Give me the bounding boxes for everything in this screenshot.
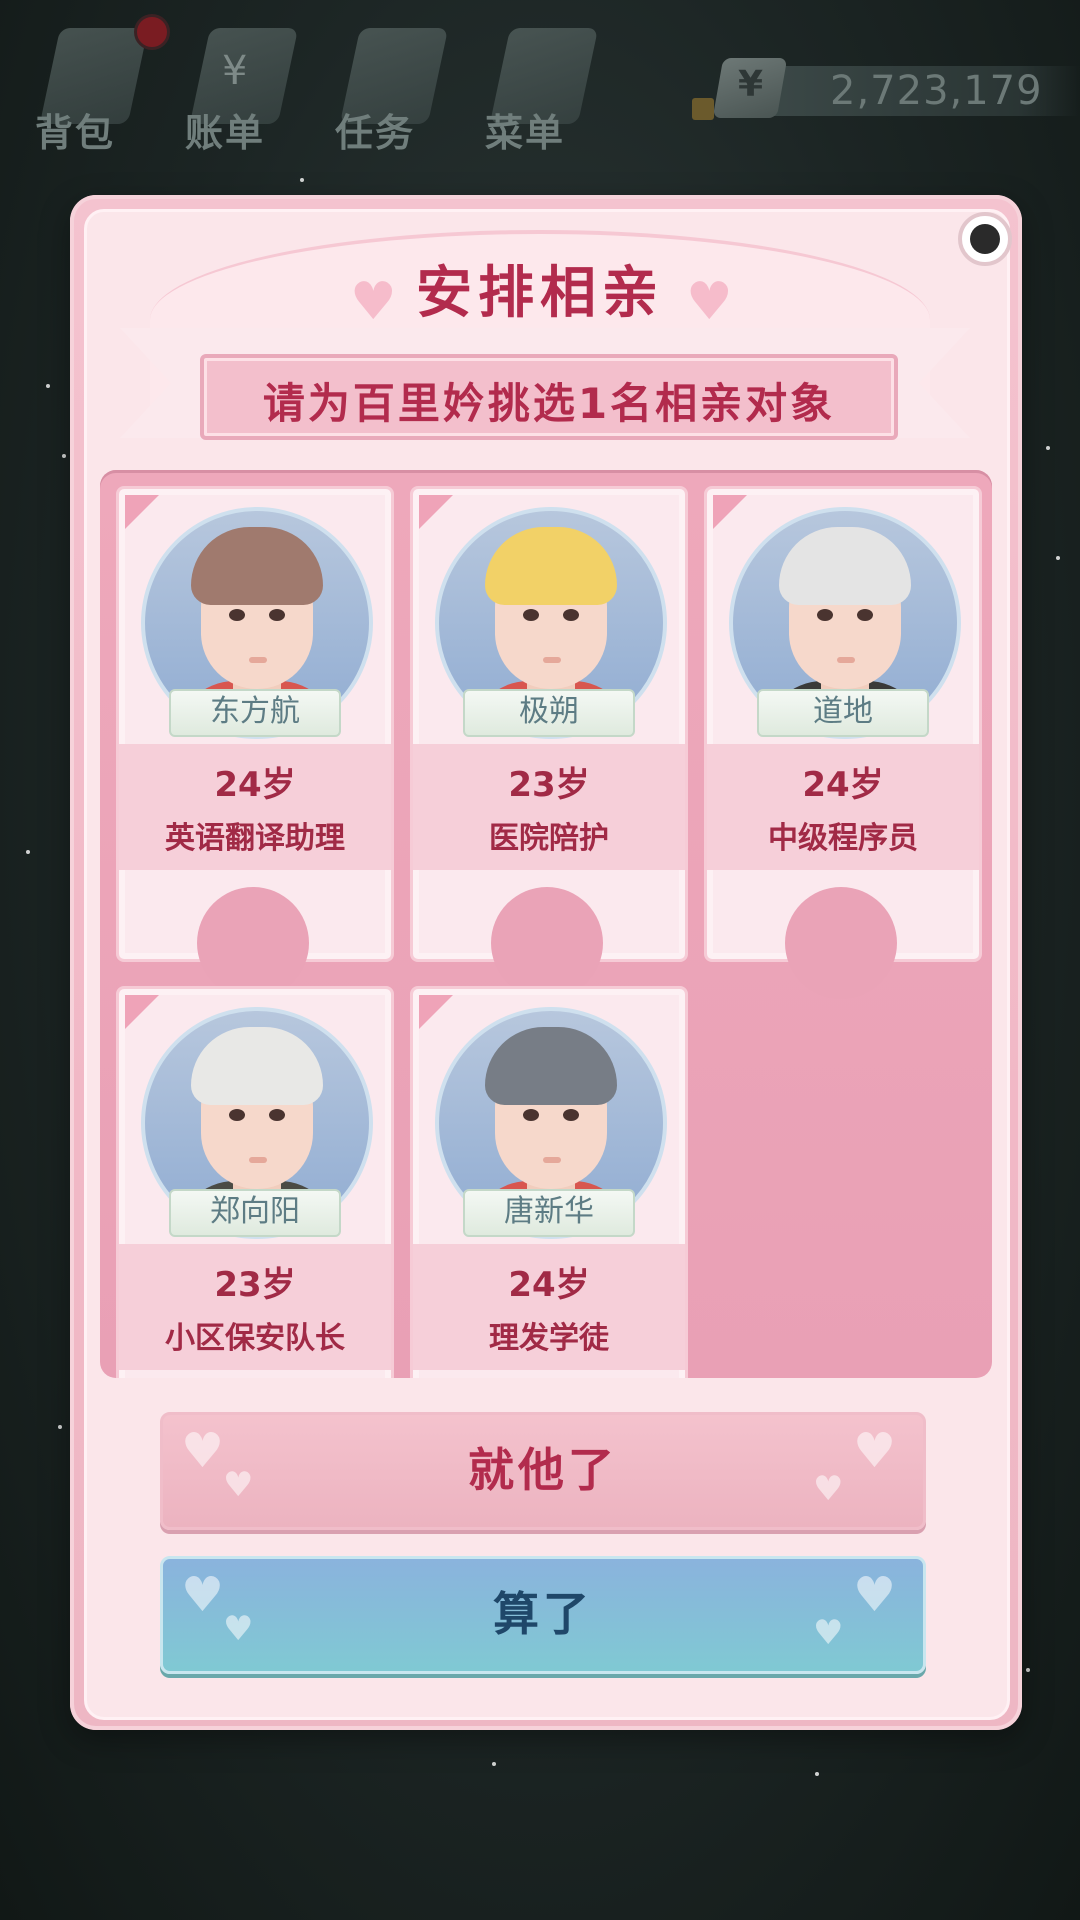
candidate-card[interactable]: 郑向阳 23岁 小区保安队长: [116, 986, 394, 1378]
menu-button[interactable]: 菜单: [470, 10, 600, 155]
name-tag: 道地: [757, 689, 929, 737]
star-decoration: [300, 178, 304, 182]
backpack-button[interactable]: 背包: [20, 10, 150, 155]
heart-icon: ♥: [223, 1609, 254, 1649]
star-decoration: [1046, 446, 1050, 450]
candidate-age: 24岁: [214, 765, 296, 805]
candidate-age: 24岁: [508, 1265, 590, 1305]
candidate-name: 极朔: [519, 694, 579, 729]
name-tag: 极朔: [463, 689, 635, 737]
candidate-name: 道地: [813, 694, 873, 729]
money-value: 2,723,179: [830, 68, 1043, 114]
task-label: 任务: [334, 111, 415, 155]
bill-button[interactable]: ¥ 账单: [170, 10, 300, 155]
candidate-card[interactable]: 极朔 23岁 医院陪护: [410, 486, 688, 999]
star-decoration: [492, 1762, 496, 1766]
candidate-job: 英语翻译助理: [165, 821, 345, 856]
star-decoration: [58, 1425, 62, 1429]
confirm-button[interactable]: ♥ ♥ ♥ ♥ 就他了: [160, 1412, 926, 1530]
heart-icon: ♥: [853, 1423, 897, 1479]
money-display: ¥ 2,723,179: [692, 58, 1080, 120]
avatar-hair: [485, 1027, 617, 1105]
bill-label: 账单: [184, 111, 265, 155]
heart-icon: ♥: [181, 1423, 225, 1479]
subtitle-box: 请为百里妗挑选1名相亲对象: [200, 354, 898, 440]
candidate-name: 东方航: [210, 694, 300, 729]
candidate-job: 医院陪护: [489, 821, 609, 856]
heart-icon: ♥: [223, 1465, 254, 1505]
name-tag: 郑向阳: [169, 1189, 341, 1237]
candidate-age: 24岁: [802, 765, 884, 805]
close-button[interactable]: [958, 212, 1012, 266]
avatar-hair: [191, 1027, 323, 1105]
candidate-name: 唐新华: [504, 1194, 594, 1229]
bill-yen-glyph: ¥: [222, 48, 248, 94]
candidate-age: 23岁: [508, 765, 590, 805]
candidate-job: 中级程序员: [768, 821, 918, 856]
heart-icon: ♥: [853, 1567, 897, 1623]
candidate-grid: 东方航 24岁 英语翻译助理 极朔 23岁 医院陪护 道地 24岁 中级程序员 …: [100, 470, 992, 1378]
task-button[interactable]: 任务: [320, 10, 450, 155]
coin-icon: [692, 98, 714, 120]
avatar-hair: [779, 527, 911, 605]
backpack-label: 背包: [34, 111, 115, 155]
candidate-card[interactable]: 道地 24岁 中级程序员: [704, 486, 982, 999]
star-decoration: [46, 384, 50, 388]
dialog-title: 安排相亲: [416, 261, 664, 326]
star-decoration: [1026, 1668, 1030, 1672]
name-tag: 唐新华: [463, 1189, 635, 1237]
avatar-hair: [191, 527, 323, 605]
star-decoration: [1056, 556, 1060, 560]
candidate-job: 理发学徒: [489, 1321, 609, 1356]
cancel-label: 算了: [493, 1587, 593, 1641]
notification-dot: [134, 14, 170, 50]
avatar-hair: [485, 527, 617, 605]
candidate-card[interactable]: 东方航 24岁 英语翻译助理: [116, 486, 394, 999]
name-tag: 东方航: [169, 689, 341, 737]
heart-icon: ♥: [181, 1567, 225, 1623]
confirm-label: 就他了: [468, 1443, 618, 1497]
heart-icon: ♥: [813, 1469, 844, 1509]
currency-symbol: ¥: [738, 64, 764, 105]
dialog-subtitle: 请为百里妗挑选1名相亲对象: [262, 379, 836, 428]
candidate-job: 小区保安队长: [165, 1321, 345, 1356]
top-bar: 背包 ¥ 账单 任务 菜单 ¥ 2,723,179: [0, 0, 1080, 170]
heart-icon: ♥: [813, 1613, 844, 1653]
star-decoration: [62, 454, 66, 458]
star-decoration: [26, 850, 30, 854]
candidate-card[interactable]: 唐新华 24岁 理发学徒: [410, 986, 688, 1378]
cancel-button[interactable]: ♥ ♥ ♥ ♥ 算了: [160, 1556, 926, 1674]
candidate-name: 郑向阳: [210, 1194, 300, 1229]
candidate-age: 23岁: [214, 1265, 296, 1305]
menu-label: 菜单: [484, 111, 565, 155]
star-decoration: [815, 1772, 819, 1776]
